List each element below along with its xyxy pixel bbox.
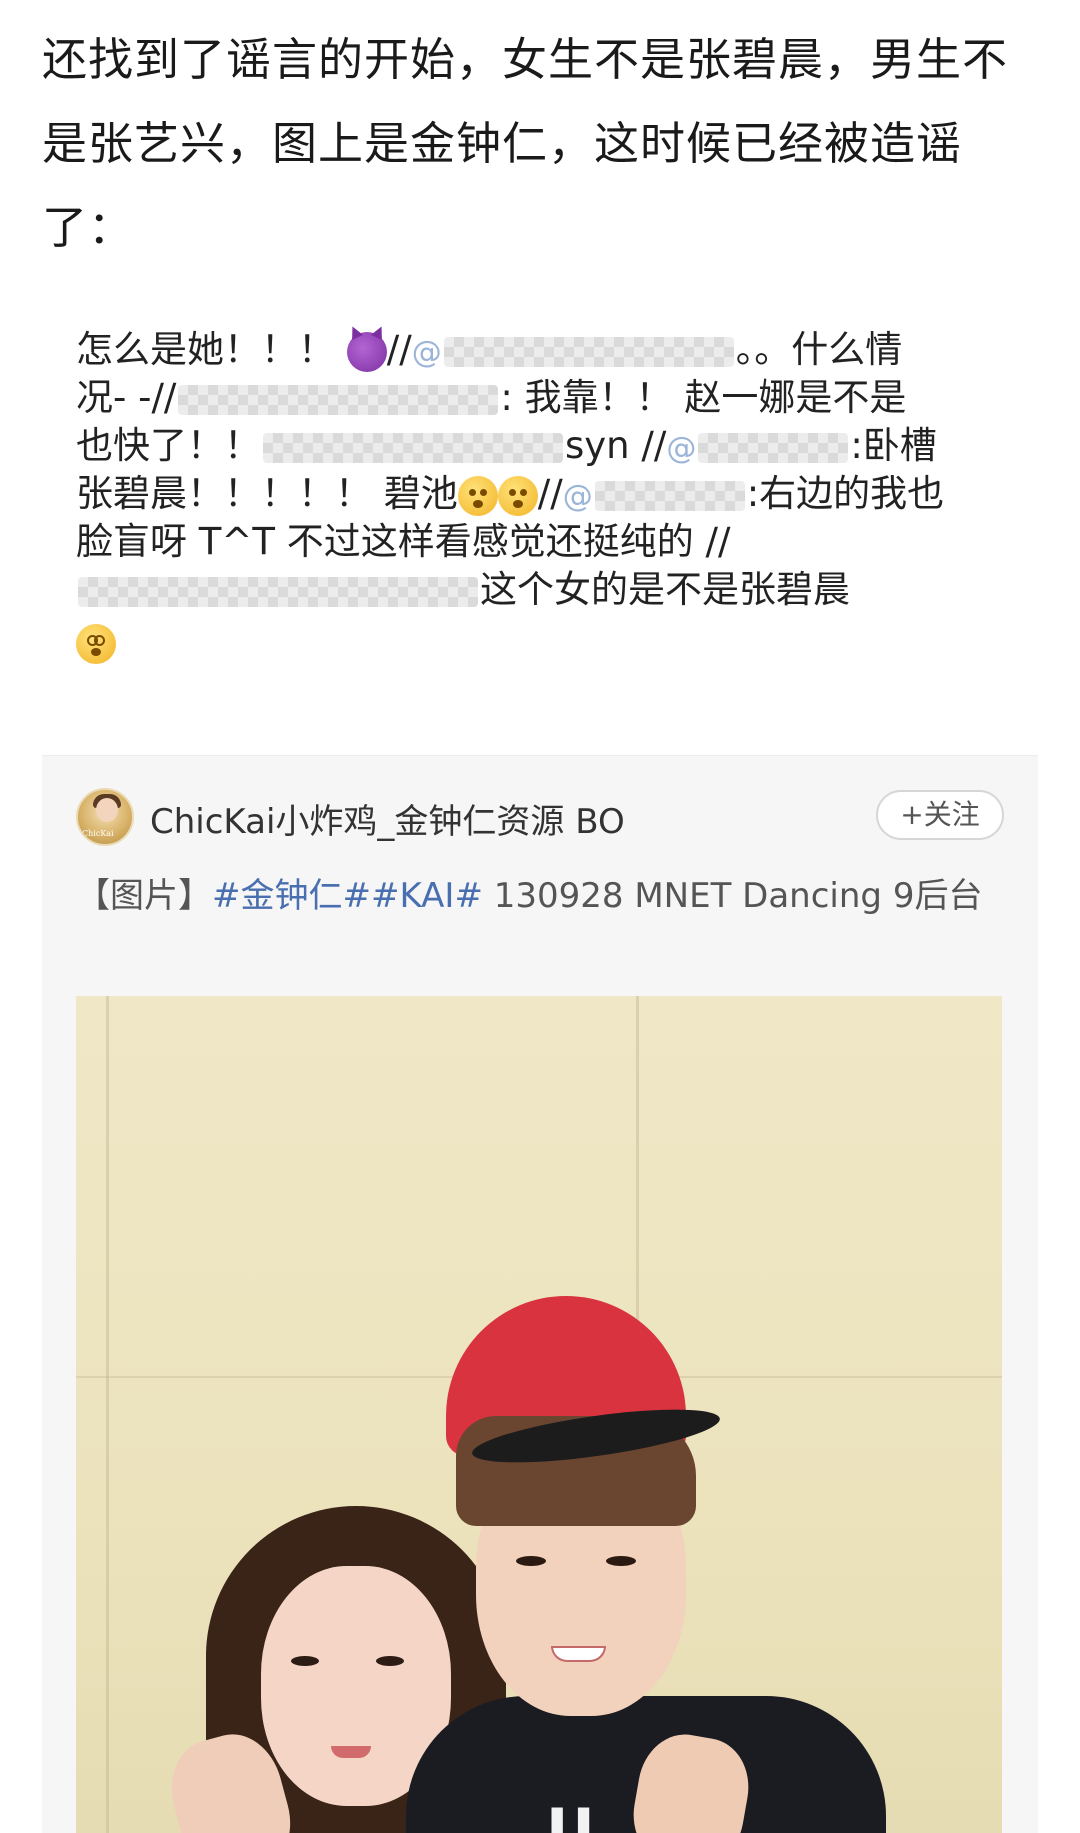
redacted-username [263,432,563,463]
mention-at: @ [411,335,442,370]
repost-text: 这个女的是不是张碧晨 [480,568,850,611]
post-text: 【图片】#金钟仁##KAI# 130928 MNET Dancing 9后台 [76,868,982,917]
devil-emoji-icon [346,331,387,372]
hashtag-link[interactable]: #金钟仁##KAI# [212,876,483,916]
avatar[interactable]: ChicKai [76,788,134,846]
post-text-prefix: 【图片】 [76,876,212,916]
thinking-emoji-icon [497,475,538,516]
repost-line: 这个女的是不是张碧晨 [76,562,850,618]
mention-at: @ [666,431,697,466]
redacted-username [78,576,478,607]
follow-button[interactable]: +关注 [876,790,1004,840]
repost-text: 况- -// [76,376,177,419]
repost-line [76,614,116,670]
redacted-username [594,480,745,511]
repost-separator: // [537,472,563,515]
article-caption: 还找到了谣言的开始，女生不是张碧晨，男生不 是张艺兴，图上是金钟仁，这时候已经被… [42,18,1052,270]
caption-line: 还找到了谣言的开始，女生不是张碧晨，男生不 [42,33,1009,86]
repost-text: 也快了！！ [76,424,261,467]
post-photo[interactable]: U [76,996,1002,1833]
repost-text: 怎么是她！！！ [76,328,335,371]
thinking-emoji-icon [457,475,498,516]
redacted-username [698,432,849,463]
repost-chain-screenshot: 怎么是她！！！ //@ 。。什么情 况- -//: 我靠！！ 赵一娜是不是 也快了… [42,318,1038,723]
repost-text: 。。什么情 [735,328,903,371]
repost-text: :右边的我也 [746,472,945,515]
repost-text: :卧槽 [850,424,937,467]
repost-text: 张碧晨！！！！！ 碧池 [76,472,458,515]
shirt-print: U [546,1796,595,1833]
post-username[interactable]: ChicKai小炸鸡_金钟仁资源 BO [150,794,625,843]
mention-at: @ [562,479,593,514]
weibo-post-card: ChicKai ChicKai小炸鸡_金钟仁资源 BO +关注 【图片】#金钟仁… [42,755,1038,1833]
repost-text: syn // [565,424,667,467]
caption-line: 是张艺兴，图上是金钟仁，这时候已经被造谣 [42,117,963,170]
redacted-username [178,384,499,415]
post-text-suffix: 130928 MNET Dancing 9后台 [482,876,983,916]
avatar-logo-text: ChicKai [82,829,114,838]
caption-line: 了： [42,201,135,254]
redacted-username [443,336,734,367]
repost-text: : 我靠！！ 赵一娜是不是 [500,376,907,419]
dizzy-emoji-icon [76,623,116,664]
repost-separator: // [386,328,412,371]
